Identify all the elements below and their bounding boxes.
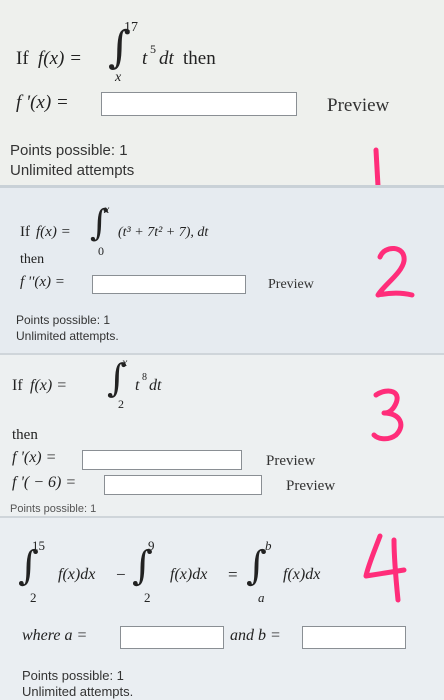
problem-1-f-of-x: f(x) = [38, 48, 82, 69]
problem-1-lower-limit: x [115, 70, 122, 85]
problem-4-int2-lower: 2 [144, 590, 151, 605]
problem-1-points: Points possible: 1 [10, 142, 128, 159]
problem-4-fx-dx-2: f(x)dx [170, 566, 208, 583]
problem-4-equals: = [228, 565, 238, 584]
problem-4-b-input[interactable] [302, 626, 406, 649]
handwritten-3-annotation [371, 388, 404, 442]
problem-1-integrand-exp: 5 [150, 42, 156, 56]
problem-3-panel: If f(x) = ∫ x 2 t 8 dt then f '(x) = Pre… [0, 353, 444, 516]
problem-4-panel: ∫ 15 2 f(x)dx − ∫ 9 2 f(x)dx = ∫ b a f(x… [0, 516, 444, 700]
problem-2-integrand: (t³ + 7t² + 7), dt [118, 225, 209, 240]
problem-1-panel: If f(x) = ∫ 17 x t 5 dt then f '(x) = Pr… [0, 0, 444, 189]
problem-4-int3-lower: a [258, 590, 265, 605]
problem-2-then: then [20, 252, 45, 267]
problem-1-then: then [183, 48, 216, 69]
problem-4-int3-upper: b [265, 538, 272, 553]
problem-1-answer-input[interactable] [101, 92, 297, 116]
problem-4-attempts: Unlimited attempts. [22, 684, 134, 699]
problem-1-answer-label: f '(x) = [16, 92, 69, 113]
problem-4-fx-dx-1: f(x)dx [58, 566, 96, 583]
problem-1-if: If [16, 48, 29, 69]
problem-3-answer-2-label: f '( − 6) = [12, 474, 77, 491]
problem-3-preview-2-button[interactable]: Preview [286, 478, 335, 495]
problem-3-f-of-x: f(x) = [30, 377, 67, 394]
integral-sign-4c: ∫ [246, 543, 267, 589]
problem-2-lower-limit: 0 [98, 244, 104, 258]
problem-1-attempts: Unlimited attempts [10, 162, 135, 179]
problem-2-f-of-x: f(x) = [36, 224, 71, 240]
problem-4-int1-lower: 2 [30, 590, 37, 605]
problem-3-dt: dt [149, 377, 162, 394]
problem-2-preview-button[interactable]: Preview [268, 277, 314, 293]
problem-3-then: then [12, 427, 38, 443]
problem-1-integrand-base: t [142, 48, 148, 69]
problem-2-answer-label: f ''(x) = [20, 274, 65, 290]
problem-3-upper-limit: x [122, 355, 128, 369]
problem-4-points: Points possible: 1 [22, 668, 124, 683]
problem-3-answer-1-input[interactable] [82, 450, 242, 470]
problem-2-upper-limit: x [104, 202, 110, 216]
problem-4-minus: − [116, 565, 126, 584]
problem-2-answer-input[interactable] [92, 275, 246, 294]
problem-1-dt: dt [159, 48, 174, 69]
problem-3-points: Points possible: 1 [10, 503, 97, 515]
problem-2-panel: If f(x) = ∫ x 0 (t³ + 7t² + 7), dt then … [0, 185, 444, 353]
problem-1-upper-limit: 17 [124, 20, 138, 35]
handwritten-4-annotation [363, 533, 407, 603]
problem-3-integrand-exp: 8 [142, 372, 147, 383]
problem-4-int2-upper: 9 [148, 538, 155, 553]
problem-1-preview-button[interactable]: Preview [327, 95, 389, 117]
problem-4-fx-dx-3: f(x)dx [283, 566, 321, 583]
problem-4-where-a-label: where a = [22, 627, 88, 644]
problem-3-answer-2-input[interactable] [104, 475, 262, 495]
problem-2-if: If [20, 224, 30, 240]
problem-4-a-input[interactable] [120, 626, 224, 649]
problem-3-answer-1-label: f '(x) = [12, 449, 57, 466]
problem-4-and-b-label: and b = [230, 627, 281, 644]
problem-3-if: If [12, 377, 23, 394]
problem-3-integrand-base: t [135, 377, 140, 394]
problem-4-int1-upper: 15 [32, 538, 45, 553]
problem-2-points: Points possible: 1 [16, 313, 111, 327]
problem-3-preview-1-button[interactable]: Preview [266, 453, 315, 470]
problem-2-attempts: Unlimited attempts. [16, 329, 119, 343]
handwritten-2-annotation [375, 246, 415, 298]
problem-3-lower-limit: 2 [118, 397, 124, 411]
